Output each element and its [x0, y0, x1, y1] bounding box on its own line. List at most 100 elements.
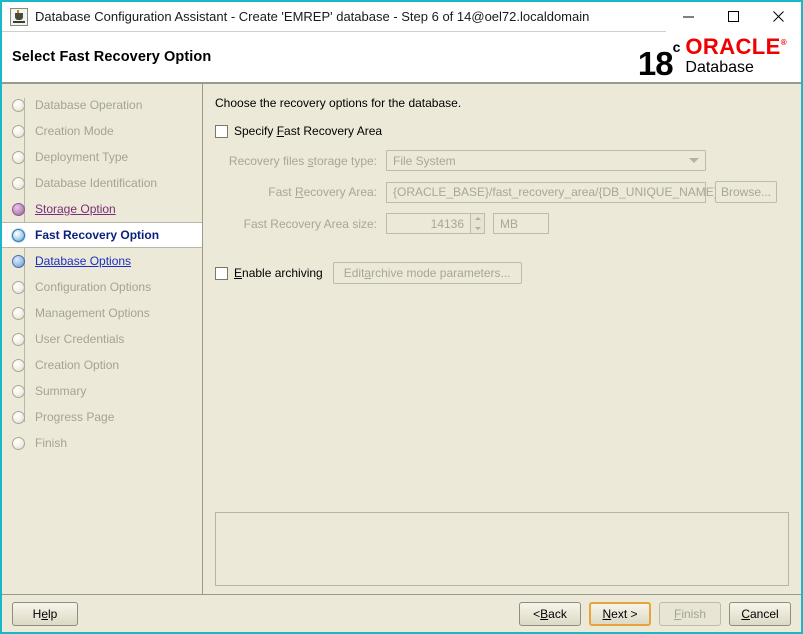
close-icon[interactable]: [756, 1, 801, 32]
sidebar-item-database-identification[interactable]: Database Identification: [2, 170, 202, 196]
sidebar-item-label: Configuration Options: [35, 280, 152, 294]
enable-archiving-row: Enable archiving Edit a rchive mode param…: [215, 262, 791, 284]
wizard-steps-sidebar: Database Operation Creation Mode Deploym…: [2, 84, 203, 594]
java-duke-icon: [10, 7, 28, 26]
title-bar: Database Configuration Assistant - Creat…: [2, 1, 801, 32]
step-bullet-icon: [12, 358, 25, 372]
page-banner: Select Fast Recovery Option 18c ORACLE® …: [2, 32, 801, 84]
spinner-buttons[interactable]: [471, 213, 485, 234]
storage-type-label: Recovery files storage type:: [228, 153, 377, 168]
sidebar-item-label: Database Operation: [35, 98, 143, 112]
browse-button[interactable]: Browse...: [715, 181, 777, 203]
fra-settings-form: Recovery files storage type: File System…: [223, 150, 791, 244]
specify-fast-recovery-area-checkbox[interactable]: [215, 124, 228, 138]
main-content: Choose the recovery options for the data…: [203, 84, 801, 594]
sidebar-item-fast-recovery-option[interactable]: Fast Recovery Option: [2, 222, 202, 248]
spinner-up-icon[interactable]: [471, 214, 484, 224]
mnemonic-char: B: [540, 606, 549, 621]
sidebar-item-label: Deployment Type: [35, 150, 129, 164]
step-bullet-icon: [12, 410, 25, 424]
sidebar-item-storage-option[interactable]: Storage Option: [2, 196, 202, 222]
sidebar-item-configuration-options[interactable]: Configuration Options: [2, 274, 202, 300]
logo-superscript: c: [672, 38, 681, 55]
step-bullet-icon: [12, 98, 25, 112]
logo-product: Database: [685, 59, 754, 77]
sidebar-item-database-options[interactable]: Database Options: [2, 248, 202, 274]
sidebar-item-label: Finish: [35, 436, 68, 450]
sidebar-item-summary[interactable]: Summary: [2, 378, 202, 404]
next-button[interactable]: Next >: [589, 601, 651, 626]
mnemonic-char: N: [602, 606, 612, 621]
back-button[interactable]: < Back: [519, 601, 581, 626]
step-bullet-icon: [12, 176, 25, 190]
step-bullet-icon: [12, 202, 25, 216]
fra-size-unit-value: MB: [500, 216, 518, 231]
storage-type-row: Recovery files storage type: File System: [223, 150, 791, 171]
message-panel: [215, 512, 789, 586]
window-controls: [666, 1, 801, 32]
mnemonic-char: e: [41, 606, 48, 621]
cancel-button[interactable]: Cancel: [729, 601, 791, 626]
sidebar-item-label: Summary: [35, 384, 87, 398]
step-bullet-icon: [12, 228, 25, 242]
edit-archive-mode-parameters-button[interactable]: Edit a rchive mode parameters...: [332, 262, 522, 284]
sidebar-item-label: Progress Page: [35, 410, 115, 424]
sidebar-item-label: Database Identification: [35, 176, 158, 190]
sidebar-item-database-operation[interactable]: Database Operation: [2, 92, 202, 118]
sidebar-item-finish[interactable]: Finish: [2, 430, 202, 456]
sidebar-item-creation-mode[interactable]: Creation Mode: [2, 118, 202, 144]
dbca-window: Database Configuration Assistant - Creat…: [0, 0, 803, 634]
mnemonic-char: F: [276, 124, 285, 138]
sidebar-item-label: Creation Mode: [35, 124, 114, 138]
maximize-icon[interactable]: [711, 1, 756, 32]
sidebar-item-label: Fast Recovery Option: [35, 228, 160, 242]
storage-type-value: File System: [393, 153, 456, 168]
specify-fast-recovery-area-row[interactable]: Specify Fast Recovery Area: [215, 124, 791, 138]
fra-size-label: Fast Recovery Area size:: [243, 216, 377, 231]
fra-size-stepper[interactable]: 14136: [386, 213, 485, 234]
sidebar-item-progress-page[interactable]: Progress Page: [2, 404, 202, 430]
finish-button: Finish: [659, 601, 721, 626]
mnemonic-char: a: [364, 266, 372, 280]
mnemonic-char: R: [294, 185, 304, 199]
fra-size-row: Fast Recovery Area size: 14136 MB: [223, 213, 791, 234]
minimize-icon[interactable]: [666, 1, 711, 32]
button-bar: He lp < Back Next > Finish Cancel: [2, 594, 801, 632]
mnemonic-char: E: [234, 266, 243, 280]
fra-size-input[interactable]: 14136: [386, 213, 471, 234]
logo-brand: ORACLE®: [685, 34, 787, 60]
sidebar-item-label[interactable]: Storage Option: [35, 202, 116, 216]
step-bullet-icon: [12, 254, 25, 268]
step-bullet-icon: [12, 436, 25, 450]
fra-size-unit-select[interactable]: MB: [493, 213, 549, 234]
specify-fast-recovery-area-label: Specify Fast Recovery Area: [234, 124, 383, 138]
storage-type-select[interactable]: File System: [386, 150, 706, 171]
sidebar-item-deployment-type[interactable]: Deployment Type: [2, 144, 202, 170]
mnemonic-char: F: [673, 606, 682, 621]
fra-path-row: Fast Recovery Area: {ORACLE_BASE}/fast_r…: [223, 181, 791, 203]
fra-path-input[interactable]: {ORACLE_BASE}/fast_recovery_area/{DB_UNI…: [386, 181, 718, 203]
sidebar-item-label[interactable]: Database Options: [35, 254, 131, 268]
chevron-down-icon: [689, 158, 699, 163]
spinner-down-icon[interactable]: [471, 224, 484, 234]
intro-text: Choose the recovery options for the data…: [215, 96, 462, 110]
fra-size-value: 14136: [430, 216, 464, 231]
sidebar-item-user-credentials[interactable]: User Credentials: [2, 326, 202, 352]
sidebar-item-creation-option[interactable]: Creation Option: [2, 352, 202, 378]
window-title: Database Configuration Assistant - Creat…: [35, 9, 590, 24]
step-bullet-icon: [12, 124, 25, 138]
body-area: Database Operation Creation Mode Deploym…: [2, 84, 801, 594]
fra-path-label: Fast Recovery Area:: [268, 185, 377, 199]
sidebar-item-label: Management Options: [35, 306, 150, 320]
step-bullet-icon: [12, 280, 25, 294]
sidebar-item-label: Creation Option: [35, 358, 120, 372]
help-button[interactable]: He lp: [12, 601, 78, 626]
step-bullet-icon: [12, 306, 25, 320]
sidebar-item-management-options[interactable]: Management Options: [2, 300, 202, 326]
page-title: Select Fast Recovery Option: [12, 49, 212, 65]
oracle-database-logo: 18c ORACLE® Database: [638, 34, 787, 80]
sidebar-item-label: User Credentials: [35, 332, 125, 346]
enable-archiving-label: Enable archiving: [234, 266, 323, 280]
enable-archiving-checkbox[interactable]: [215, 266, 228, 280]
